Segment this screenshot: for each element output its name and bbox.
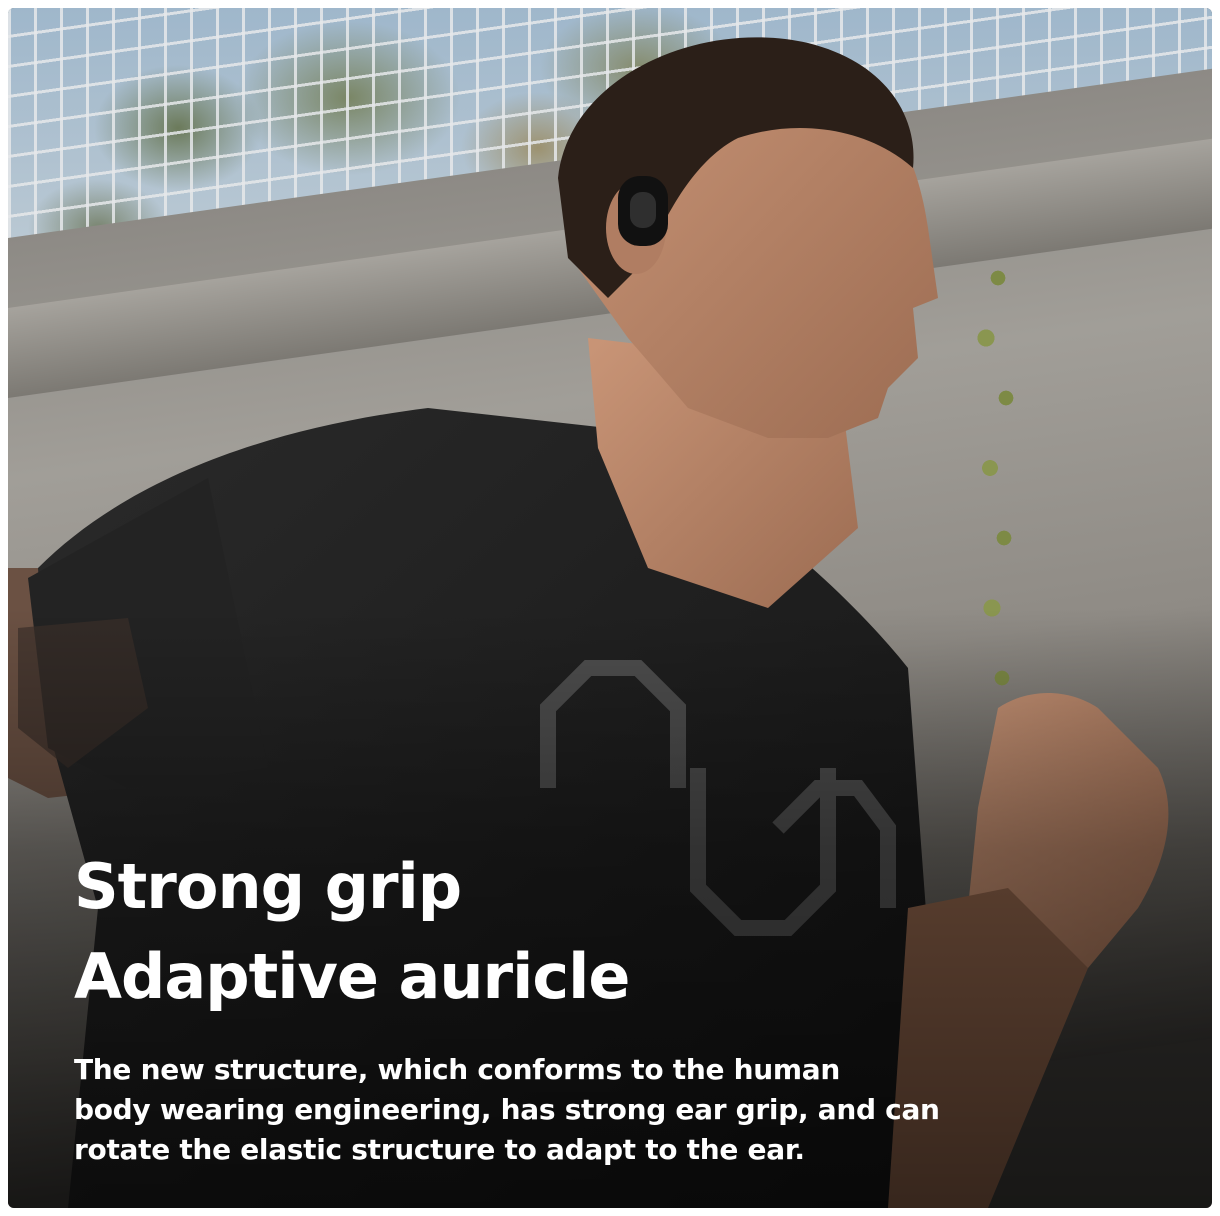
headline-line-2: Adaptive auricle [74, 940, 630, 1013]
description: The new structure, which conforms to the… [74, 1050, 1154, 1170]
description-line-1: The new structure, which conforms to the… [74, 1053, 840, 1086]
description-line-3: rotate the elastic structure to adapt to… [74, 1133, 805, 1166]
headline: Strong grip Adaptive auricle [74, 842, 630, 1022]
product-banner: Strong grip Adaptive auricle The new str… [8, 8, 1212, 1208]
earbud-icon [618, 176, 668, 246]
headline-line-1: Strong grip [74, 850, 462, 923]
description-line-2: body wearing engineering, has strong ear… [74, 1093, 940, 1126]
